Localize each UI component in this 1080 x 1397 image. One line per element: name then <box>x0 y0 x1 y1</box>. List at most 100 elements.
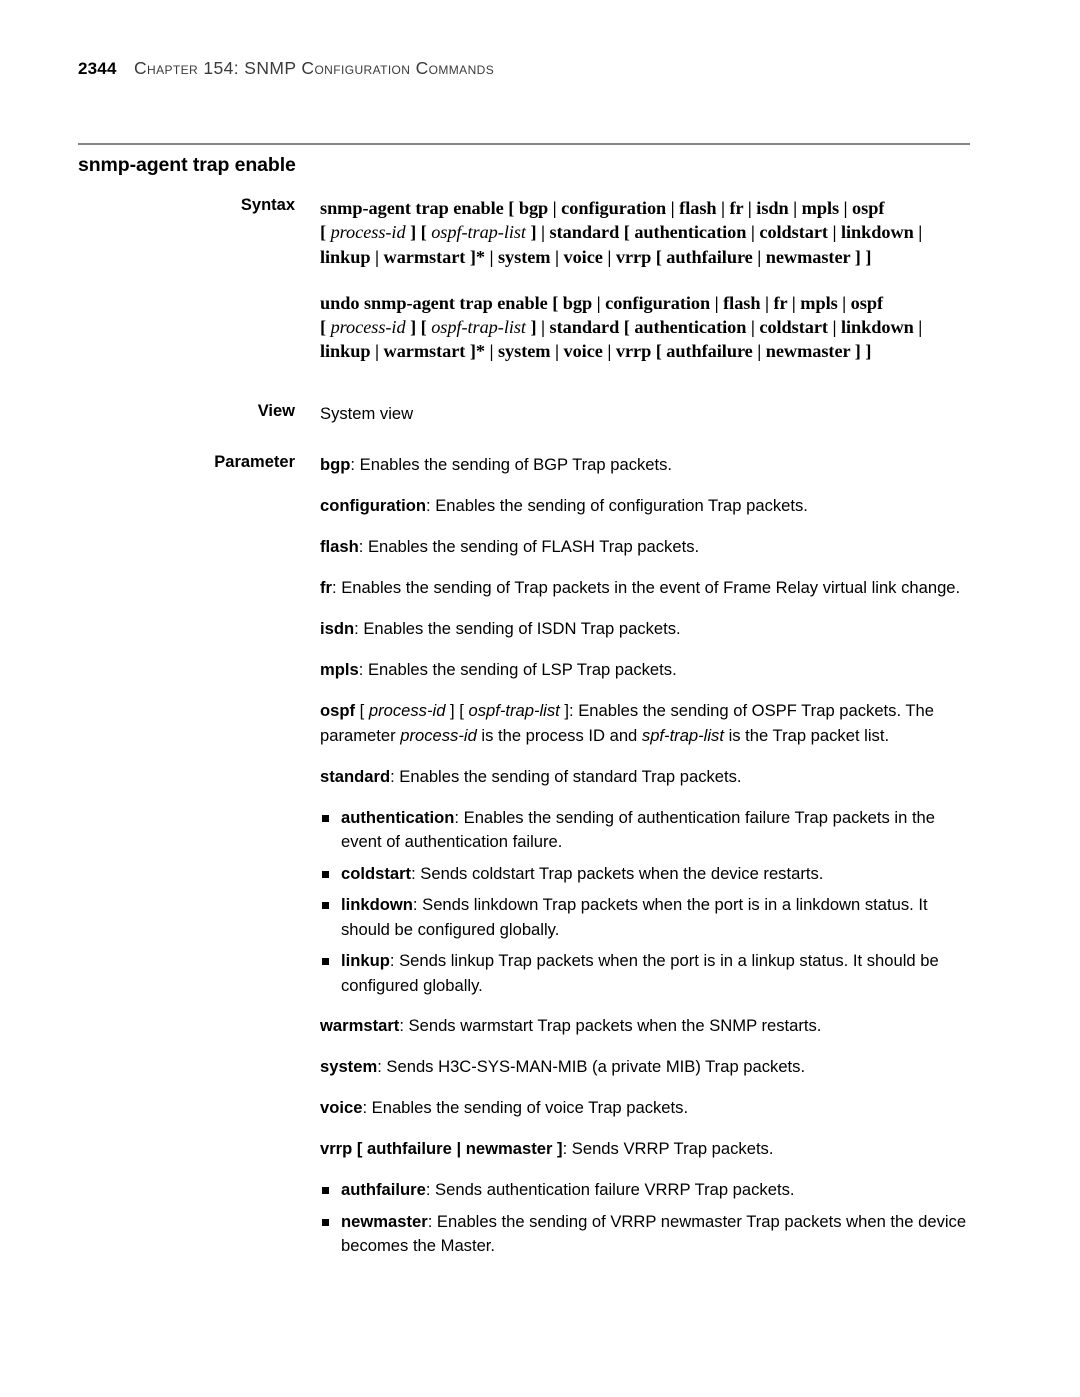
document-body: Syntax snmp-agent trap enable [ bgp | co… <box>0 196 1080 1259</box>
param-ospf-desc-3: is the Trap packet list. <box>723 725 890 745</box>
param-newmaster-term: newmaster <box>341 1211 428 1231</box>
section-view: View System view <box>0 402 1080 427</box>
syntax-undo-bracket-b: ] [ <box>405 317 432 338</box>
syntax-undo-command: undo snmp-agent trap enable <box>320 292 548 313</box>
param-ospf-desc-2: is the process ID and <box>476 725 642 745</box>
param-warmstart: warmstart: Sends warmstart Trap packets … <box>320 1014 980 1039</box>
syntax-enable-bracket-b: ] [ <box>405 222 432 243</box>
syntax-undo-options-3: linkup | warmstart ]* | system | voice |… <box>320 341 872 362</box>
param-mpls-term: mpls <box>320 660 359 680</box>
square-bullet-icon <box>322 902 329 910</box>
spacer-view-parameter <box>0 426 1080 453</box>
param-configuration-term: configuration <box>320 496 427 516</box>
param-fr-desc: : Enables the sending of Trap packets in… <box>331 578 961 598</box>
param-configuration-desc: : Enables the sending of configuration T… <box>426 496 808 516</box>
param-ospf-var-ospf-trap-list: ospf-trap-list <box>468 701 560 721</box>
list-item: authfailure: Sends authentication failur… <box>320 1178 980 1203</box>
param-fr: fr: Enables the sending of Trap packets … <box>320 576 980 601</box>
syntax-enable-var-ospf-trap-list: ospf-trap-list <box>431 222 526 243</box>
param-flash: flash: Enables the sending of FLASH Trap… <box>320 535 980 560</box>
view-value: System view <box>320 403 414 423</box>
param-bgp-desc: : Enables the sending of BGP Trap packet… <box>350 455 673 475</box>
syntax-enable: snmp-agent trap enable [ bgp | configura… <box>320 196 980 269</box>
spacer-syntax-view <box>0 364 1080 402</box>
param-vrrp-options: [ authfailure | newmaster ] <box>352 1139 563 1159</box>
square-bullet-icon <box>322 958 329 966</box>
param-vrrp-desc: : Sends VRRP Trap packets. <box>562 1139 774 1159</box>
syntax-enable-command: snmp-agent trap enable <box>320 198 504 218</box>
param-coldstart-desc: : Sends coldstart Trap packets when the … <box>411 863 824 883</box>
square-bullet-icon <box>322 870 329 878</box>
param-isdn: isdn: Enables the sending of ISDN Trap p… <box>320 617 980 642</box>
param-authfailure-desc: : Sends authentication failure VRRP Trap… <box>425 1180 795 1200</box>
running-header: 2344 Chapter 154: SNMP Configuration Com… <box>78 58 978 84</box>
param-linkdown-term: linkdown <box>341 895 413 915</box>
list-item: linkup: Sends linkup Trap packets when t… <box>320 949 980 998</box>
param-ospf-bracket-close: ] <box>559 701 570 721</box>
param-standard-term: standard <box>320 766 391 786</box>
param-voice: voice: Enables the sending of voice Trap… <box>320 1096 980 1121</box>
param-system-desc: : Sends H3C-SYS-MAN-MIB (a private MIB) … <box>377 1057 806 1077</box>
syntax-enable-bracket-a: [ <box>320 222 331 243</box>
view-content: System view <box>320 402 980 427</box>
param-authfailure-term: authfailure <box>341 1180 426 1200</box>
param-ospf-bracket-mid: ] [ <box>445 701 469 721</box>
param-warmstart-term: warmstart <box>320 1016 400 1036</box>
param-linkdown-desc: : Sends linkdown Trap packets when the p… <box>341 895 928 939</box>
syntax-undo-options-1: [ bgp | configuration | flash | fr | mpl… <box>547 292 883 313</box>
parameter-content: bgp: Enables the sending of BGP Trap pac… <box>320 453 980 1259</box>
chapter-title: Chapter 154: SNMP Configuration Commands <box>134 58 495 78</box>
square-bullet-icon <box>322 814 329 822</box>
param-bgp-term: bgp <box>320 455 351 475</box>
section-syntax: Syntax snmp-agent trap enable [ bgp | co… <box>0 196 1080 364</box>
param-coldstart-term: coldstart <box>341 863 412 883</box>
label-parameter: Parameter <box>214 453 295 472</box>
param-standard: standard: Enables the sending of standar… <box>320 765 980 790</box>
param-system-term: system <box>320 1057 378 1077</box>
syntax-undo-options-2: ] | standard [ authentication | coldstar… <box>525 317 923 338</box>
syntax-enable-options-1: [ bgp | configuration | flash | fr | isd… <box>503 198 885 218</box>
standard-suboptions-list: authentication: Enables the sending of a… <box>320 806 980 999</box>
label-syntax: Syntax <box>240 196 295 214</box>
param-system: system: Sends H3C-SYS-MAN-MIB (a private… <box>320 1055 980 1080</box>
param-mpls-desc: : Enables the sending of LSP Trap packet… <box>358 660 677 680</box>
square-bullet-icon <box>322 1187 329 1195</box>
command-heading: snmp-agent trap enable <box>78 154 296 176</box>
param-fr-term: fr <box>320 578 332 598</box>
document-page: 2344 Chapter 154: SNMP Configuration Com… <box>0 0 1080 1397</box>
list-item: linkdown: Sends linkdown Trap packets wh… <box>320 893 980 942</box>
vrrp-suboptions-list: authfailure: Sends authentication failur… <box>320 1178 980 1259</box>
page-number: 2344 <box>78 59 117 78</box>
list-item: newmaster: Enables the sending of VRRP n… <box>320 1210 980 1259</box>
param-isdn-desc: : Enables the sending of ISDN Trap packe… <box>354 619 681 639</box>
param-voice-term: voice <box>320 1098 363 1118</box>
param-vrrp-term: vrrp <box>320 1139 353 1159</box>
param-standard-desc: : Enables the sending of standard Trap p… <box>390 766 742 786</box>
param-ospf-var-process-id-2: process-id <box>400 725 477 745</box>
spacer-after-bullets-1 <box>320 998 980 1014</box>
param-bgp: bgp: Enables the sending of BGP Trap pac… <box>320 453 980 478</box>
param-isdn-term: isdn <box>320 619 355 639</box>
param-newmaster-desc: : Enables the sending of VRRP newmaster … <box>341 1211 967 1256</box>
param-flash-term: flash <box>320 537 359 557</box>
param-voice-desc: : Enables the sending of voice Trap pack… <box>362 1098 689 1118</box>
square-bullet-icon <box>322 1218 329 1226</box>
syntax-undo-var-ospf-trap-list: ospf-trap-list <box>431 317 526 338</box>
label-view: View <box>257 401 295 420</box>
param-flash-desc: : Enables the sending of FLASH Trap pack… <box>358 537 700 557</box>
param-ospf-term: ospf <box>320 701 356 721</box>
list-item: coldstart: Sends coldstart Trap packets … <box>320 862 980 887</box>
syntax-enable-var-process-id: process-id <box>330 222 406 243</box>
param-ospf-var-process-id: process-id <box>368 701 446 721</box>
syntax-enable-options-2: ] | standard [ authentication | coldstar… <box>525 222 923 243</box>
param-warmstart-desc: : Sends warmstart Trap packets when the … <box>399 1016 822 1036</box>
param-ospf-bracket-open: [ <box>355 701 369 721</box>
syntax-content: snmp-agent trap enable [ bgp | configura… <box>320 196 980 364</box>
param-mpls: mpls: Enables the sending of LSP Trap pa… <box>320 658 980 683</box>
param-ospf-var-spf-trap-list: spf-trap-list <box>641 725 724 745</box>
param-ospf: ospf [ process-id ] [ ospf-trap-list ]: … <box>320 699 980 748</box>
param-authentication-term: authentication <box>341 807 455 827</box>
syntax-undo-bracket-a: [ <box>320 317 331 338</box>
param-linkup-desc: : Sends linkup Trap packets when the por… <box>341 951 939 995</box>
header-divider <box>78 143 970 145</box>
